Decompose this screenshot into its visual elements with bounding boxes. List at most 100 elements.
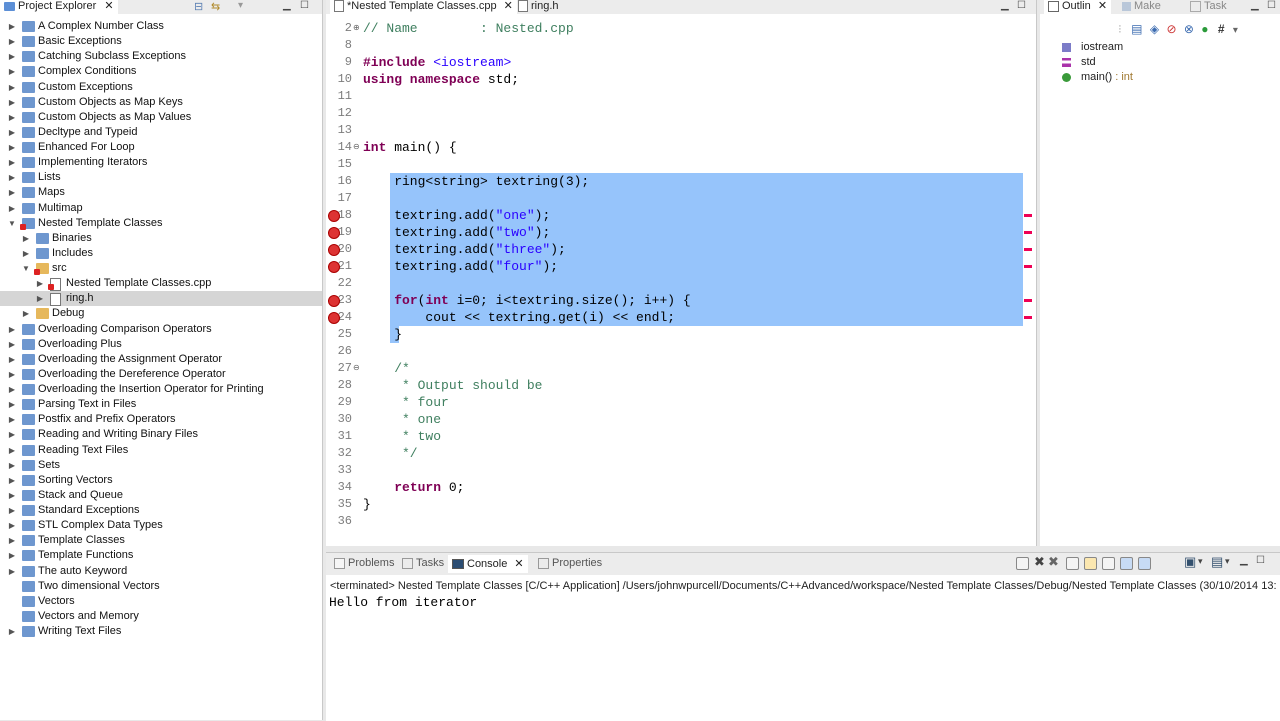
code-line[interactable]: 12: [326, 105, 1036, 122]
tab-make[interactable]: Make: [1118, 0, 1165, 14]
error-marker-icon[interactable]: [328, 312, 340, 324]
tree-item[interactable]: ▶ Debug: [0, 306, 322, 321]
collapse-fold-icon[interactable]: ⊖: [353, 360, 360, 377]
tree-item[interactable]: ▶ The auto Keyword: [0, 564, 322, 579]
collapsed-twisty-icon[interactable]: ▶: [8, 564, 16, 579]
error-marker-icon[interactable]: [328, 261, 340, 273]
hide-static-icon[interactable]: ◈: [1150, 22, 1159, 36]
hide-nonpublic-icon[interactable]: ⊘: [1166, 22, 1176, 36]
tree-item[interactable]: ▶ Overloading the Assignment Operator: [0, 352, 322, 367]
stop-icon[interactable]: [1016, 557, 1029, 570]
overview-error-marker[interactable]: [1024, 231, 1032, 234]
tree-item[interactable]: ▶ Decltype and Typeid: [0, 125, 322, 140]
code-line[interactable]: 35}: [326, 496, 1036, 513]
code-line[interactable]: 32 */: [326, 445, 1036, 462]
overview-error-marker[interactable]: [1024, 248, 1032, 251]
maximize-icon[interactable]: ☐: [300, 0, 309, 11]
outline-item[interactable]: std: [1062, 56, 1096, 68]
tree-item[interactable]: ▶ Custom Objects as Map Values: [0, 110, 322, 125]
group-icon[interactable]: ●: [1201, 22, 1208, 36]
tree-item[interactable]: ▶ Reading Text Files: [0, 443, 322, 458]
overview-error-marker[interactable]: [1024, 214, 1032, 217]
collapsed-twisty-icon[interactable]: ▶: [8, 49, 16, 64]
collapsed-twisty-icon[interactable]: ▶: [8, 397, 16, 412]
display-console-icon[interactable]: ▣: [1184, 554, 1196, 570]
sort-icon[interactable]: ⁝: [1118, 22, 1122, 36]
code-line[interactable]: 11: [326, 88, 1036, 105]
maximize-icon[interactable]: ☐: [1256, 555, 1265, 566]
outline-item[interactable]: main() : int: [1062, 71, 1133, 83]
word-wrap-icon[interactable]: [1102, 557, 1115, 570]
code-line[interactable]: 23 for(int i=0; i<textring.size(); i++) …: [326, 292, 1036, 309]
tree-item[interactable]: ▶ Sets: [0, 458, 322, 473]
collapsed-twisty-icon[interactable]: ▶: [8, 488, 16, 503]
console-output[interactable]: Hello from iterator: [329, 595, 477, 610]
collapsed-twisty-icon[interactable]: ▶: [8, 170, 16, 185]
tree-item[interactable]: ▶ Nested Template Classes.cpp: [0, 276, 322, 292]
minimize-icon[interactable]: ▁: [1251, 0, 1259, 11]
tree-item[interactable]: Vectors and Memory: [0, 609, 322, 624]
collapsed-twisty-icon[interactable]: ▶: [22, 231, 30, 246]
tree-item[interactable]: ▶ Maps: [0, 185, 322, 200]
tree-item[interactable]: ▶ Reading and Writing Binary Files: [0, 427, 322, 442]
open-console-icon[interactable]: ▤: [1211, 554, 1223, 570]
tab-ring-h[interactable]: ring.h: [514, 0, 563, 14]
collapsed-twisty-icon[interactable]: ▶: [8, 34, 16, 49]
tree-item[interactable]: ▶ Parsing Text in Files: [0, 397, 322, 412]
tree-item[interactable]: ▶ Lists: [0, 170, 322, 185]
tree-item[interactable]: ▶ Template Classes: [0, 533, 322, 548]
collapsed-twisty-icon[interactable]: ▶: [8, 64, 16, 79]
minimize-icon[interactable]: ▁: [283, 0, 291, 11]
code-line[interactable]: 31 * two: [326, 428, 1036, 445]
tab-project-explorer[interactable]: Project Explorer ✕: [0, 0, 118, 14]
collapsed-twisty-icon[interactable]: ▶: [8, 624, 16, 639]
minimize-icon[interactable]: ▁: [1001, 0, 1009, 11]
collapsed-twisty-icon[interactable]: ▶: [8, 412, 16, 427]
maximize-icon[interactable]: ☐: [1267, 0, 1276, 11]
filter-icon[interactable]: ⊗: [1184, 22, 1194, 36]
tree-item[interactable]: ▼ src: [0, 261, 322, 276]
code-line[interactable]: 20 textring.add("three");: [326, 241, 1036, 258]
tree-item[interactable]: ▶ ring.h: [0, 291, 322, 307]
code-line[interactable]: 22: [326, 275, 1036, 292]
tree-item[interactable]: ▶ Postfix and Prefix Operators: [0, 412, 322, 427]
code-line[interactable]: 36: [326, 513, 1036, 530]
overview-error-marker[interactable]: [1024, 299, 1032, 302]
outline-item[interactable]: iostream: [1062, 41, 1123, 53]
tab-tasks[interactable]: Tasks: [398, 557, 448, 571]
tree-item[interactable]: ▶ Implementing Iterators: [0, 155, 322, 170]
close-icon[interactable]: ✕: [514, 558, 523, 570]
close-icon[interactable]: ✕: [504, 0, 513, 12]
collapsed-twisty-icon[interactable]: ▶: [8, 382, 16, 397]
collapse-all-icon[interactable]: ⊟: [194, 0, 203, 13]
tree-item[interactable]: ▶ Overloading Plus: [0, 337, 322, 352]
overview-error-marker[interactable]: [1024, 265, 1032, 268]
code-line[interactable]: 27 ⊖ /*: [326, 360, 1036, 377]
tree-item[interactable]: ▶ Overloading Comparison Operators: [0, 322, 322, 337]
code-line[interactable]: 25 }: [326, 326, 1036, 343]
remove-all-icon[interactable]: ✖: [1048, 554, 1059, 570]
code-line[interactable]: 15: [326, 156, 1036, 173]
tree-item[interactable]: ▶ Standard Exceptions: [0, 503, 322, 518]
collapsed-twisty-icon[interactable]: ▶: [8, 322, 16, 337]
scroll-lock-icon[interactable]: [1084, 557, 1097, 570]
tab-properties[interactable]: Properties: [534, 557, 606, 571]
tree-item[interactable]: ▶ STL Complex Data Types: [0, 518, 322, 533]
code-line[interactable]: 17: [326, 190, 1036, 207]
tree-item[interactable]: ▶ Sorting Vectors: [0, 473, 322, 488]
expanded-twisty-icon[interactable]: ▼: [22, 261, 30, 276]
collapsed-twisty-icon[interactable]: ▶: [22, 306, 30, 321]
tree-item[interactable]: ▶ Multimap: [0, 201, 322, 216]
collapsed-twisty-icon[interactable]: ▶: [8, 140, 16, 155]
collapsed-twisty-icon[interactable]: ▶: [8, 110, 16, 125]
collapsed-twisty-icon[interactable]: ▶: [8, 155, 16, 170]
collapsed-twisty-icon[interactable]: ▶: [8, 185, 16, 200]
code-line[interactable]: 18 textring.add("one");: [326, 207, 1036, 224]
show-on-error-icon[interactable]: [1138, 557, 1151, 570]
tab-problems[interactable]: Problems: [330, 557, 398, 571]
collapsed-twisty-icon[interactable]: ▶: [22, 246, 30, 261]
collapsed-twisty-icon[interactable]: ▶: [36, 276, 44, 291]
collapsed-twisty-icon[interactable]: ▶: [8, 201, 16, 216]
tree-item[interactable]: Vectors: [0, 594, 322, 609]
tab-nested-template-classes-cpp[interactable]: *Nested Template Classes.cpp ✕: [330, 0, 517, 14]
